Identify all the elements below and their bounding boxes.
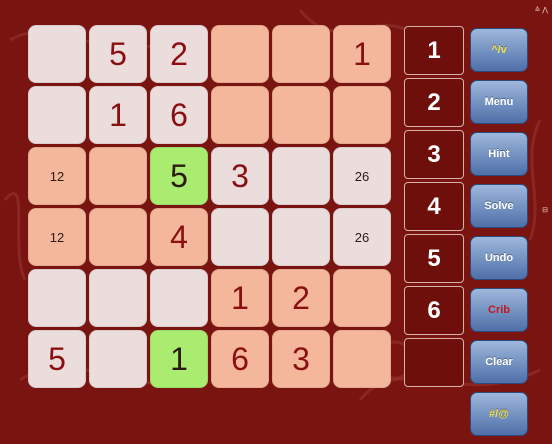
cell-value: 1 [109,96,127,133]
grid-cell[interactable] [272,208,330,266]
digit-button-2[interactable]: 2 [404,78,464,127]
cell-value: 5 [109,35,127,72]
digit-button-6[interactable]: 6 [404,286,464,335]
cell-value: 3 [292,340,310,377]
grid-cell[interactable] [89,330,147,388]
grid-cell[interactable]: 5 [28,330,86,388]
toggle-button[interactable]: #/@ [470,392,528,436]
grid-cell[interactable] [28,86,86,144]
grid-cell[interactable]: 1 [89,86,147,144]
grid-cell[interactable] [333,330,391,388]
cage-clue: 12 [49,168,65,184]
cell-value: 5 [48,340,66,377]
cell-value: 3 [231,157,249,194]
cage-clue: 12 [49,229,65,245]
grid-cell[interactable]: 12 [28,208,86,266]
crib-button[interactable]: Crib [470,288,528,332]
digit-button-5[interactable]: 5 [404,234,464,283]
grid-cell[interactable] [211,25,269,83]
cell-value: 1 [170,340,188,377]
cell-value: 6 [231,340,249,377]
grid-cell[interactable] [211,86,269,144]
undo-button[interactable]: Undo [470,236,528,280]
v-button[interactable]: ^/v [470,28,528,72]
grid-cell[interactable]: 1 [211,269,269,327]
status-indicator-middle: ⊟ [542,207,548,214]
cell-value: 1 [231,279,249,316]
action-toolbar: ^/v Menu Hint Solve Undo Crib Clear #/@ [470,28,532,444]
grid-cell[interactable] [272,25,330,83]
digit-button-blank[interactable] [404,338,464,387]
grid-cell[interactable]: 3 [211,147,269,205]
grid-cell[interactable]: 1 [333,25,391,83]
grid-cell[interactable] [89,208,147,266]
digit-button-3[interactable]: 3 [404,130,464,179]
grid-cell[interactable]: 26 [333,208,391,266]
grid-cell[interactable] [89,147,147,205]
hint-button[interactable]: Hint [470,132,528,176]
cell-value: 6 [170,96,188,133]
menu-button[interactable]: Menu [470,80,528,124]
grid-cell[interactable]: 5 [89,25,147,83]
grid-cell[interactable] [150,269,208,327]
solve-button[interactable]: Solve [470,184,528,228]
cell-value: 1 [353,35,371,72]
cage-clue: 26 [354,229,370,245]
clear-button[interactable]: Clear [470,340,528,384]
grid-cell[interactable]: 5 [150,147,208,205]
grid-cell[interactable] [211,208,269,266]
digit-button-4[interactable]: 4 [404,182,464,231]
cell-value: 2 [170,35,188,72]
grid-cell[interactable] [89,269,147,327]
grid-cell[interactable]: 6 [150,86,208,144]
cell-value: 5 [170,157,188,194]
grid-cell[interactable]: 1 [150,330,208,388]
grid-cell[interactable] [272,86,330,144]
cage-clue: 26 [354,168,370,184]
puzzle-grid: 5 2 1 1 6 12 5 3 26 12 4 26 1 2 5 1 6 3 [28,25,391,388]
grid-cell[interactable]: 3 [272,330,330,388]
grid-cell[interactable] [28,25,86,83]
grid-cell[interactable]: 26 [333,147,391,205]
grid-cell[interactable] [333,86,391,144]
grid-cell[interactable]: 4 [150,208,208,266]
grid-cell[interactable]: 2 [150,25,208,83]
grid-cell[interactable]: 6 [211,330,269,388]
grid-cell[interactable]: 12 [28,147,86,205]
status-indicator-top: ≙ ⋀ [534,7,548,14]
digit-palette: 123456 [404,26,466,390]
cell-value: 4 [170,218,188,255]
grid-cell[interactable] [272,147,330,205]
digit-button-1[interactable]: 1 [404,26,464,75]
grid-cell[interactable] [28,269,86,327]
cell-value: 2 [292,279,310,316]
grid-cell[interactable]: 2 [272,269,330,327]
grid-cell[interactable] [333,269,391,327]
